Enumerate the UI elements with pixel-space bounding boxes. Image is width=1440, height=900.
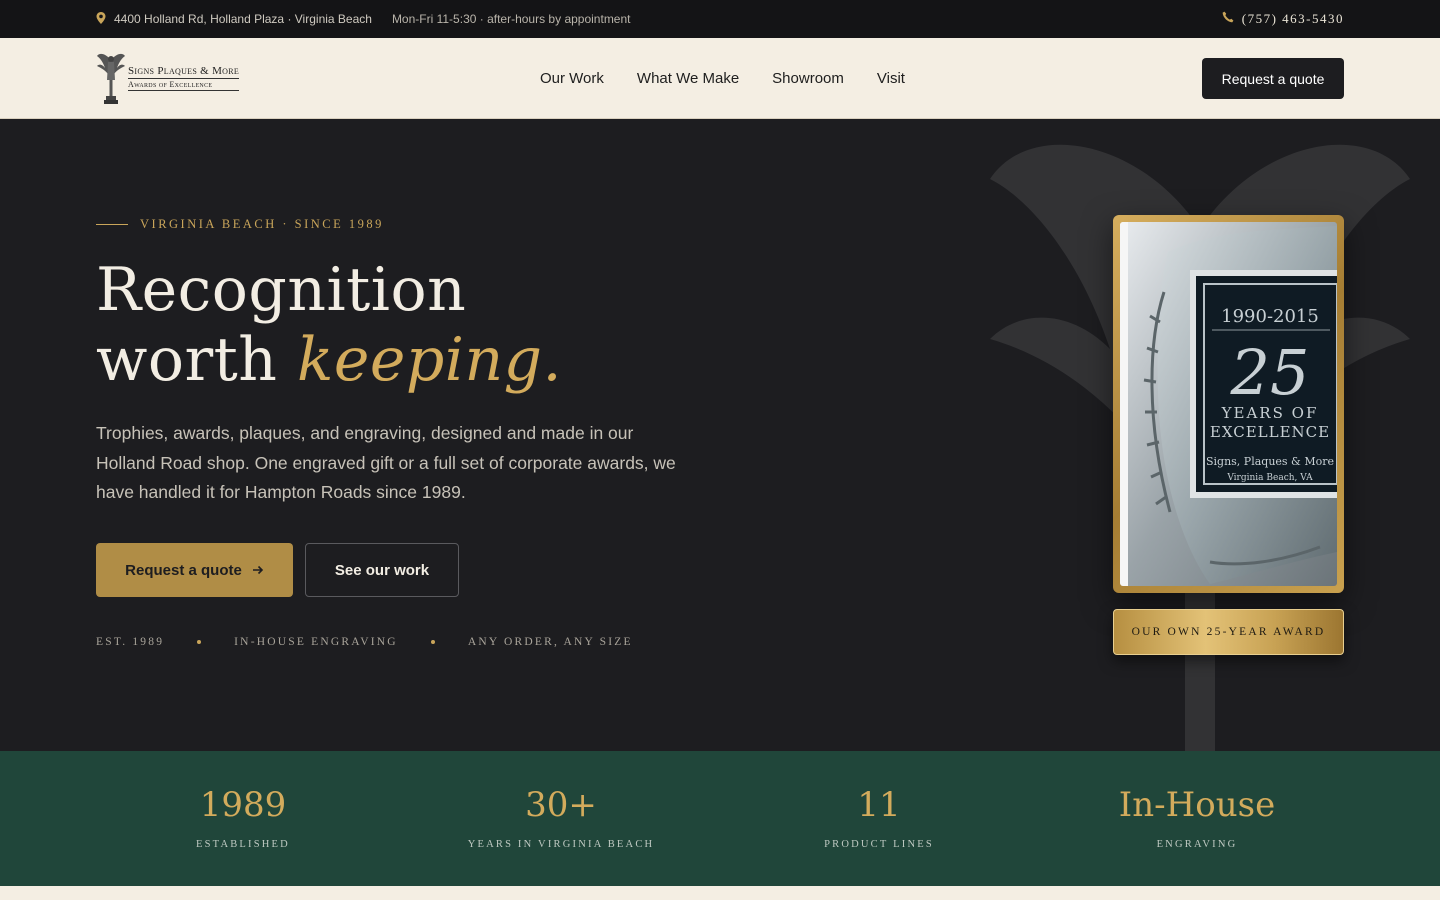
stat-label: PRODUCT LINES	[824, 839, 934, 850]
hero-headline: Recognition worth keeping.	[96, 255, 562, 395]
stat-years: 30+ YEARS IN VIRGINIA BEACH	[402, 751, 720, 886]
stat-label: ESTABLISHED	[196, 839, 290, 850]
stat-value: 30+	[525, 785, 597, 825]
award-photo-frame: 1990-2015 25 YEARS OF EXCELLENCE Signs, …	[1113, 215, 1344, 593]
next-section-edge	[0, 886, 1440, 900]
eyebrow-rule	[96, 224, 128, 225]
nav-showroom[interactable]: Showroom	[772, 70, 844, 87]
stat-value: In-House	[1118, 785, 1276, 825]
stat-label: ENGRAVING	[1156, 839, 1238, 850]
tag-any-order: ANY ORDER, ANY SIZE	[467, 636, 633, 648]
logo-line-2: Awards of Excellence	[128, 80, 213, 89]
stat-label: YEARS IN VIRGINIA BEACH	[467, 839, 655, 850]
award-maker-text: Signs, Plaques & More	[1206, 455, 1334, 468]
headline-line-1: Recognition	[96, 255, 467, 325]
winged-trophy-logo-icon	[97, 53, 125, 104]
stat-product-lines: 11 PRODUCT LINES	[720, 751, 1038, 886]
headline-line-2: worth	[96, 325, 297, 395]
stat-engraving: In-House ENGRAVING	[1038, 751, 1356, 886]
phone-link[interactable]: (757) 463-5430	[1222, 11, 1344, 27]
stat-established: 1989 ESTABLISHED	[84, 751, 402, 886]
stat-value: 1989	[199, 785, 287, 825]
hero-tags: EST. 1989 IN-HOUSE ENGRAVING ANY ORDER, …	[96, 636, 633, 648]
award-location-text: Virginia Beach, VA	[1226, 473, 1313, 483]
award-plaque-illustration: 1990-2015 25 YEARS OF EXCELLENCE Signs, …	[1120, 222, 1337, 586]
logo-line-1: Signs Plaques & More	[128, 65, 240, 79]
nav-our-work[interactable]: Our Work	[540, 70, 604, 87]
logo-wordmark: Signs Plaques & More Awards of Excellenc…	[128, 65, 240, 91]
tag-engraving: IN-HOUSE ENGRAVING	[234, 636, 398, 648]
main-nav: Our Work What We Make Showroom Visit	[540, 38, 905, 118]
phone-number[interactable]: (757) 463-5430	[1242, 11, 1344, 27]
award-photo: 1990-2015 25 YEARS OF EXCELLENCE Signs, …	[1120, 222, 1337, 586]
nav-what-we-make[interactable]: What We Make	[637, 70, 739, 87]
request-quote-label: Request a quote	[125, 561, 242, 579]
award-line2-text: EXCELLENCE	[1210, 423, 1330, 441]
site-logo[interactable]: Signs Plaques & More Awards of Excellenc…	[96, 48, 248, 108]
stats-band: 1989 ESTABLISHED 30+ YEARS IN VIRGINIA B…	[0, 751, 1440, 886]
eyebrow-text: VIRGINIA BEACH · SINCE 1989	[140, 217, 384, 231]
map-pin-icon	[96, 11, 106, 27]
hero-section: VIRGINIA BEACH · SINCE 1989 Recognition …	[0, 119, 1440, 751]
award-number-text: 25	[1230, 336, 1310, 409]
hero-eyebrow: VIRGINIA BEACH · SINCE 1989	[96, 217, 384, 232]
tag-established: EST. 1989	[96, 636, 165, 648]
award-years-text: 1990-2015	[1221, 306, 1319, 327]
headline-accent: keeping.	[297, 325, 563, 395]
hero-request-quote-button[interactable]: Request a quote	[96, 543, 293, 597]
site-header: Signs Plaques & More Awards of Excellenc…	[0, 38, 1440, 119]
top-bar: 4400 Holland Rd, Holland Plaza · Virgini…	[0, 0, 1440, 38]
address-text: 4400 Holland Rd, Holland Plaza · Virgini…	[114, 12, 372, 26]
hours-text: Mon-Fri 11-5:30 · after-hours by appoint…	[391, 12, 631, 26]
phone-icon	[1222, 11, 1234, 27]
header-request-quote-button[interactable]: Request a quote	[1202, 58, 1344, 99]
award-caption-plate: OUR OWN 25-YEAR AWARD	[1113, 609, 1344, 655]
see-our-work-button[interactable]: See our work	[305, 543, 459, 597]
arrow-right-icon	[252, 565, 263, 575]
stat-value: 11	[857, 785, 901, 825]
tag-separator	[430, 640, 435, 644]
tag-separator	[197, 640, 202, 644]
award-line1-text: YEARS OF	[1221, 404, 1319, 422]
hero-description: Trophies, awards, plaques, and engraving…	[96, 423, 676, 502]
nav-visit[interactable]: Visit	[877, 70, 905, 87]
